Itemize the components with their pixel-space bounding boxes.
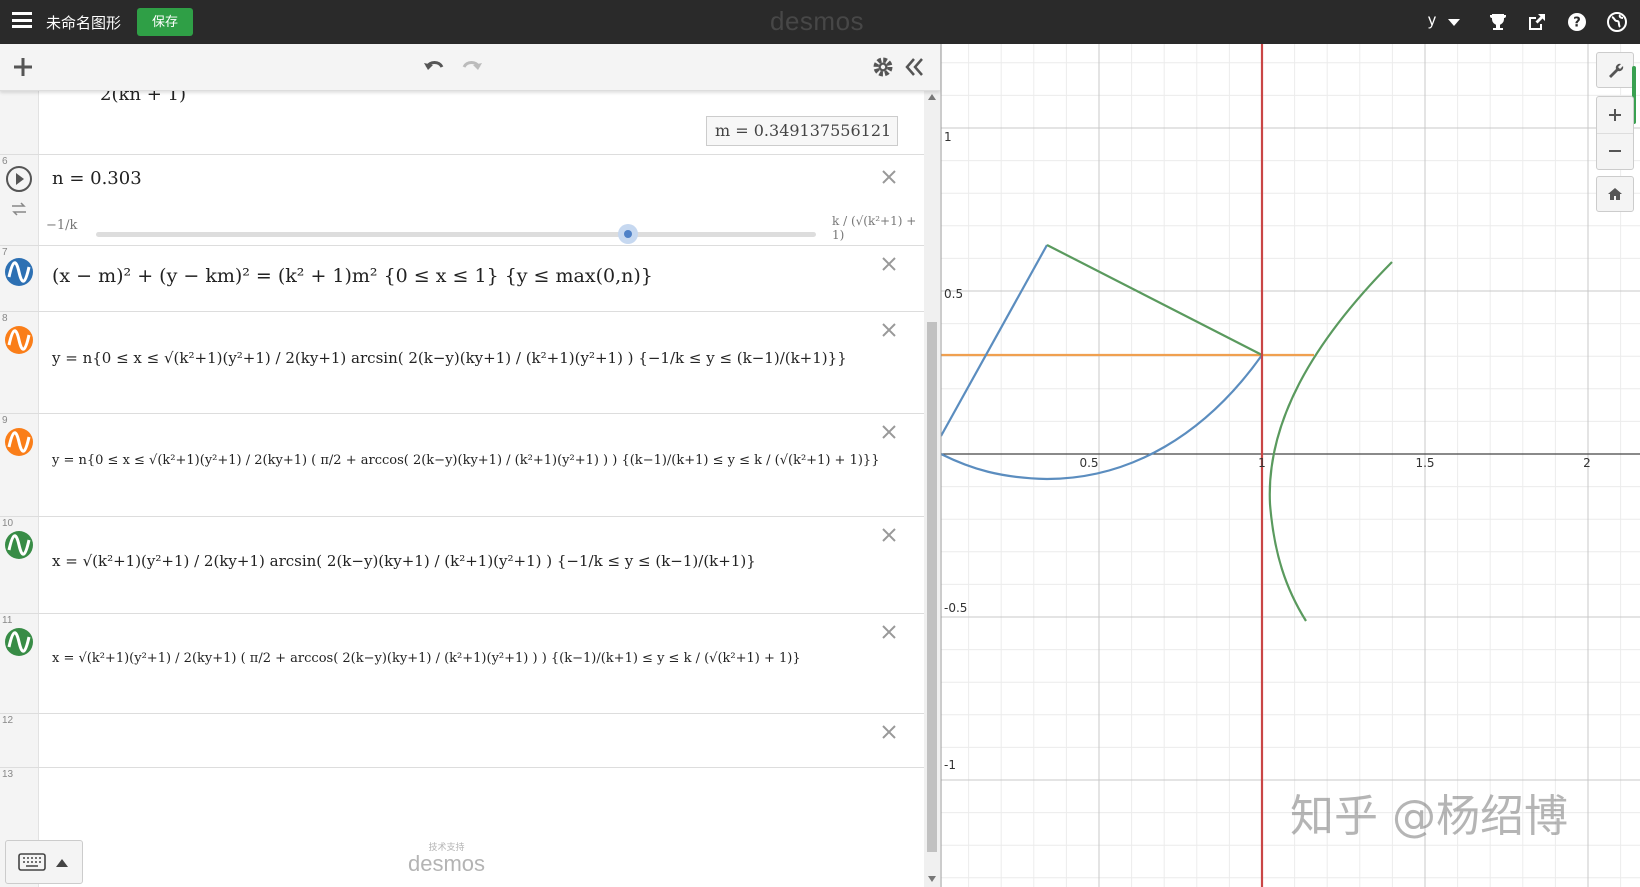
add-icon[interactable] — [10, 54, 36, 80]
expression-row-7[interactable]: 7 (x − m)² + (y − km)² = (k² + 1)m² {0 ≤… — [0, 245, 924, 312]
evaluation-value: m = 0.349137556121 — [706, 116, 898, 146]
x-tick-label: 1.5 — [1415, 456, 1434, 470]
graph-settings-button[interactable] — [1596, 52, 1634, 88]
close-icon[interactable] — [880, 623, 898, 641]
scroll-down-icon[interactable] — [928, 876, 936, 882]
scrollbar[interactable] — [924, 90, 940, 887]
blue-arc — [941, 354, 1263, 481]
expression-row-5[interactable]: 2(kn + 1) m = 0.349137556121 — [0, 90, 924, 155]
settings-gear-icon[interactable] — [870, 54, 896, 80]
globe-icon[interactable] — [1606, 11, 1628, 33]
undo-icon[interactable] — [422, 54, 448, 80]
save-button[interactable]: 保存 — [137, 8, 193, 36]
graph-style-icon[interactable] — [4, 427, 34, 457]
zoom-controls — [1596, 96, 1634, 170]
share-icon[interactable] — [1526, 11, 1548, 33]
desmos-logo: desmos — [770, 6, 865, 36]
expression-panel: 2(kn + 1) m = 0.349137556121 6 n = 0.303… — [0, 44, 941, 887]
keyboard-toggle-button[interactable] — [5, 840, 83, 884]
y-tick-label: -1 — [944, 758, 956, 772]
x-tick-label: 0.5 — [1079, 456, 1098, 470]
loop-icon[interactable] — [10, 202, 28, 216]
expression-fragment: 2(kn + 1) — [100, 90, 186, 105]
wrench-icon — [1609, 63, 1624, 78]
expression-formula[interactable]: x = √(k²+1)(y²+1) / 2(ky+1) arcsin( 2(k−… — [52, 552, 756, 570]
y-tick-label: 0.5 — [944, 287, 963, 301]
row-number: 11 — [2, 615, 13, 626]
expression-row-6[interactable]: 6 n = 0.303 −1/k k / (√(k²+1) + 1) — [0, 154, 924, 246]
expression-row-10[interactable]: 10 x = √(k²+1)(y²+1) / 2(ky+1) arcsin( 2… — [0, 516, 924, 614]
close-icon[interactable] — [880, 423, 898, 441]
zoom-out-icon[interactable] — [1607, 143, 1623, 159]
slider-max[interactable]: k / (√(k²+1) + 1) — [832, 214, 924, 242]
keyboard-icon — [18, 853, 46, 871]
expression-formula[interactable]: y = n{0 ≤ x ≤ √(k²+1)(y²+1) / 2(ky+1) ( … — [52, 453, 879, 468]
graph-canvas[interactable]: 0.5 1 1.5 2 1 0.5 -0.5 -1 — [941, 44, 1640, 887]
redo-icon[interactable] — [458, 54, 484, 80]
slider-min[interactable]: −1/k — [46, 218, 77, 233]
close-icon[interactable] — [880, 321, 898, 339]
collapse-panel-icon[interactable] — [902, 54, 928, 80]
powered-by-logo: desmos — [408, 851, 486, 876]
y-tick-label: -0.5 — [944, 601, 967, 615]
svg-text:?: ? — [1573, 16, 1581, 31]
scroll-up-icon[interactable] — [928, 94, 936, 100]
close-icon[interactable] — [880, 526, 898, 544]
graph-style-icon[interactable] — [4, 627, 34, 657]
graph-svg[interactable]: 0.5 1 1.5 2 1 0.5 -0.5 -1 — [941, 44, 1640, 887]
close-icon[interactable] — [880, 255, 898, 273]
default-view-button[interactable] — [1596, 176, 1634, 212]
scroll-thumb[interactable] — [927, 322, 937, 852]
slider-track[interactable] — [96, 232, 816, 237]
expression-row-12[interactable]: 12 — [0, 713, 924, 768]
expression-row-9[interactable]: 9 y = n{0 ≤ x ≤ √(k²+1)(y²+1) / 2(ky+1) … — [0, 413, 924, 517]
expression-formula[interactable]: (x − m)² + (y − km)² = (k² + 1)m² {0 ≤ x… — [52, 265, 653, 287]
top-bar: 未命名图形 保存 desmos y ? — [0, 0, 1640, 44]
graph-style-icon[interactable] — [4, 325, 34, 355]
expression-row-8[interactable]: 8 y = n{0 ≤ x ≤ √(k²+1)(y²+1) / 2(ky+1) … — [0, 311, 924, 414]
row-number: 13 — [2, 769, 14, 780]
play-icon[interactable] — [4, 164, 34, 194]
row-number: 9 — [2, 415, 8, 426]
chevron-down-icon[interactable] — [1448, 19, 1460, 26]
chevron-up-icon — [56, 859, 68, 867]
x-tick-label: 2 — [1583, 456, 1591, 470]
expression-list: 2(kn + 1) m = 0.349137556121 6 n = 0.303… — [0, 90, 924, 887]
zoom-divider — [1597, 133, 1633, 134]
graph-title[interactable]: 未命名图形 — [46, 12, 121, 33]
graph-style-icon[interactable] — [4, 257, 34, 287]
slider-thumb[interactable] — [618, 224, 638, 244]
powered-by-desmos: 技术支持 desmos — [408, 840, 485, 877]
zoom-in-icon[interactable] — [1607, 107, 1623, 123]
y-tick-label: 1 — [944, 130, 952, 144]
blue-line — [941, 244, 1048, 437]
close-icon[interactable] — [880, 168, 898, 186]
row-number: 8 — [2, 313, 8, 324]
expression-toolbar — [0, 44, 940, 91]
home-icon — [1608, 188, 1622, 200]
row-number: 10 — [2, 518, 14, 529]
close-icon[interactable] — [880, 723, 898, 741]
expression-formula[interactable]: y = n{0 ≤ x ≤ √(k²+1)(y²+1) / 2(ky+1) ar… — [52, 349, 847, 367]
graph-style-icon[interactable] — [4, 530, 34, 560]
expression-row-13[interactable]: 13 — [0, 767, 924, 827]
green-curve — [1268, 261, 1393, 622]
x-tick-label: 1 — [1258, 456, 1266, 470]
watermark: 知乎 @杨绍博 — [1290, 791, 1568, 842]
row-number: 12 — [2, 715, 14, 726]
trophy-icon[interactable] — [1487, 11, 1509, 33]
menu-icon[interactable] — [12, 12, 32, 28]
expression-formula[interactable]: x = √(k²+1)(y²+1) / 2(ky+1) ( π/2 + arcc… — [52, 651, 801, 666]
user-menu[interactable]: y — [1428, 12, 1436, 30]
expression-row-11[interactable]: 11 x = √(k²+1)(y²+1) / 2(ky+1) ( π/2 + a… — [0, 613, 924, 714]
help-icon[interactable]: ? — [1566, 11, 1588, 33]
slider-formula[interactable]: n = 0.303 — [52, 168, 142, 189]
